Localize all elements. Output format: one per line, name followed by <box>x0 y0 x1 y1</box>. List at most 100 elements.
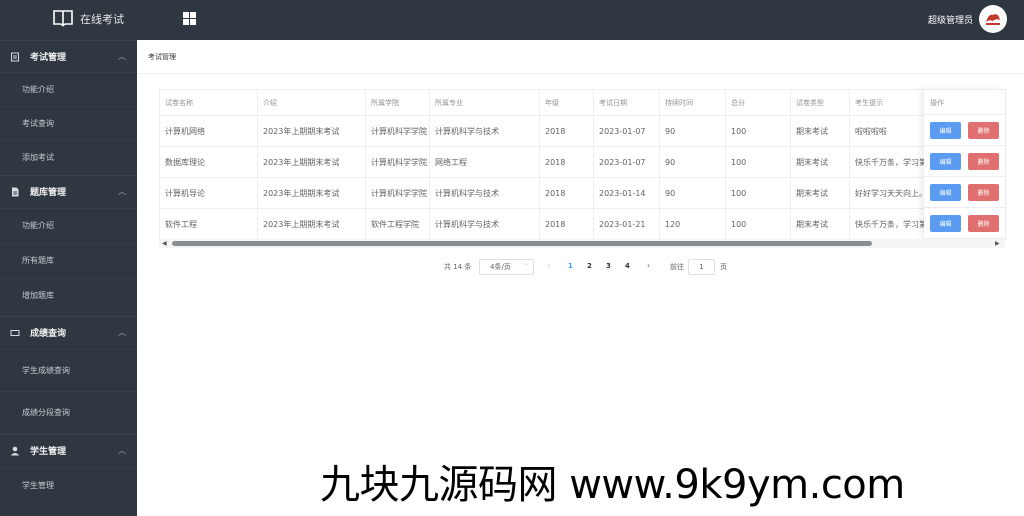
cell: 数据库理论 <box>159 146 258 178</box>
page-number-3[interactable]: 3 <box>606 262 611 270</box>
cell: 2018 <box>539 208 594 240</box>
book-icon <box>52 8 74 30</box>
pagination-total: 共 14 条 <box>444 263 472 271</box>
cell: 期末考试 <box>790 146 850 178</box>
avatar[interactable] <box>979 5 1007 33</box>
chevron-down-icon: ﹀ <box>522 263 529 270</box>
sidebar-item-exam-query[interactable]: 考试查询 <box>0 106 137 140</box>
app-title: 在线考试 <box>80 13 124 26</box>
delete-button[interactable]: 删除 <box>968 122 999 139</box>
goto-label: 前往 <box>670 263 684 271</box>
breadcrumb-current: 考试管理 <box>148 53 176 61</box>
sidebar-group-title: 考试管理 <box>30 53 67 63</box>
edit-button[interactable]: 编辑 <box>930 215 961 232</box>
sidebar-item-score-student[interactable]: 学生成绩查询 <box>0 349 137 391</box>
cell: 100 <box>725 115 791 147</box>
cell: 计算机网络 <box>159 115 258 147</box>
pagination: 共 14 条 4条/页 ﹀ ‹ 1 2 3 4 › 前往 1 页 <box>444 259 744 275</box>
delete-button[interactable]: 删除 <box>968 184 999 201</box>
column-header[interactable]: 考试日期 <box>593 89 660 116</box>
scroll-right-icon[interactable]: ▶ <box>995 240 1000 247</box>
grid-icon[interactable] <box>183 12 196 25</box>
column-header[interactable]: 年级 <box>539 89 594 116</box>
sidebar-item-score-range[interactable]: 成绩分段查询 <box>0 391 137 433</box>
scrollbar-thumb[interactable] <box>172 241 872 246</box>
cell: 2023-01-07 <box>593 146 660 178</box>
column-header[interactable]: 介绍 <box>257 89 366 116</box>
table-row: 数据库理论 2023年上期期末考试 计算机科学学院 网络工程 2018 2023-01-0… <box>159 146 1006 178</box>
sidebar-group-student[interactable]: 学生管理 ︿ <box>0 434 137 466</box>
cell: 2018 <box>539 177 594 209</box>
chevron-up-icon: ︿ <box>118 52 126 61</box>
chevron-up-icon: ︿ <box>118 187 126 196</box>
table-header-row: 试卷名称 介绍 所属学院 所属专业 年级 考试日期 持续时间 总分 试卷类型 考… <box>159 89 1006 116</box>
edit-button[interactable]: 编辑 <box>930 184 961 201</box>
table-row: 计算机导论 2023年上期期末考试 计算机科学学院 计算机科学与技术 2018 2023-… <box>159 177 1006 209</box>
cell: 期末考试 <box>790 208 850 240</box>
operation-column: 操作 编辑 删除 编辑 删除 编辑 删除 编辑 删除 <box>924 89 1005 239</box>
table-row: 计算机网络 2023年上期期末考试 计算机科学学院 计算机科学与技术 2018 2023-… <box>159 115 1006 147</box>
column-header[interactable]: 持续时间 <box>659 89 726 116</box>
sidebar-item-student-manage[interactable]: 学生管理 <box>0 468 137 502</box>
cell: 2018 <box>539 115 594 147</box>
sidebar-group-title: 学生管理 <box>30 447 67 457</box>
edit-button[interactable]: 编辑 <box>930 153 961 170</box>
column-header[interactable]: 试卷类型 <box>790 89 850 116</box>
sidebar-group-bank[interactable]: 题库管理 ︿ <box>0 175 137 207</box>
cell: 计算机科学学院 <box>365 177 430 209</box>
operation-row: 编辑 删除 <box>924 115 1005 146</box>
cell: 软件工程 <box>159 208 258 240</box>
cell: 2023-01-21 <box>593 208 660 240</box>
prev-page-icon[interactable]: ‹ <box>547 261 550 270</box>
cell: 100 <box>725 208 791 240</box>
goto-page-input[interactable]: 1 <box>688 259 715 275</box>
cell: 100 <box>725 177 791 209</box>
chevron-up-icon: ︿ <box>118 446 126 455</box>
cell: 期末考试 <box>790 177 850 209</box>
cell: 2023年上期期末考试 <box>257 177 366 209</box>
sidebar: 考试管理 ︿ 功能介绍 考试查询 添加考试 题库管理 ︿ 功能介绍 所有题库 增… <box>0 40 137 516</box>
next-page-icon[interactable]: › <box>647 261 650 270</box>
column-header[interactable]: 总分 <box>725 89 791 116</box>
cell: 90 <box>659 146 726 178</box>
page-unit-label: 页 <box>720 263 727 271</box>
sidebar-group-score[interactable]: 成绩查询 ︿ <box>0 316 137 348</box>
page-number-2[interactable]: 2 <box>587 262 592 270</box>
column-header[interactable]: 所属学院 <box>365 89 430 116</box>
exam-table: 试卷名称 介绍 所属学院 所属专业 年级 考试日期 持续时间 总分 试卷类型 考… <box>159 89 1006 249</box>
document-icon <box>10 52 20 62</box>
cell: 计算机科学与技术 <box>429 115 540 147</box>
cell: 2018 <box>539 146 594 178</box>
page-number-1[interactable]: 1 <box>568 262 573 270</box>
cell: 90 <box>659 115 726 147</box>
sidebar-item-bank-intro[interactable]: 功能介绍 <box>0 208 137 242</box>
page-size-select[interactable]: 4条/页 ﹀ <box>479 259 534 275</box>
cell: 计算机导论 <box>159 177 258 209</box>
operation-row: 编辑 删除 <box>924 177 1005 208</box>
operation-row: 编辑 删除 <box>924 146 1005 177</box>
user-icon <box>10 446 20 456</box>
file-icon <box>10 187 20 197</box>
cell: 计算机科学与技术 <box>429 208 540 240</box>
top-header: 在线考试 超级管理员 <box>0 0 1024 40</box>
cell: 期末考试 <box>790 115 850 147</box>
cell: 120 <box>659 208 726 240</box>
sidebar-item-bank-all[interactable]: 所有题库 <box>0 243 137 277</box>
sidebar-item-exam-add[interactable]: 添加考试 <box>0 140 137 174</box>
delete-button[interactable]: 删除 <box>968 215 999 232</box>
cell: 2023-01-14 <box>593 177 660 209</box>
user-name[interactable]: 超级管理员 <box>928 13 973 26</box>
column-header[interactable]: 所属专业 <box>429 89 540 116</box>
page-number-4[interactable]: 4 <box>625 262 630 270</box>
sidebar-group-title: 成绩查询 <box>30 329 67 339</box>
cell: 90 <box>659 177 726 209</box>
edit-button[interactable]: 编辑 <box>930 122 961 139</box>
scroll-left-icon[interactable]: ◀ <box>162 240 167 247</box>
sidebar-group-exam[interactable]: 考试管理 ︿ <box>0 40 137 72</box>
column-header[interactable]: 试卷名称 <box>159 89 258 116</box>
horizontal-scrollbar[interactable]: ◀ ▶ <box>159 239 1005 248</box>
sidebar-item-exam-intro[interactable]: 功能介绍 <box>0 72 137 106</box>
delete-button[interactable]: 删除 <box>968 153 999 170</box>
sidebar-item-bank-add[interactable]: 增加题库 <box>0 278 137 312</box>
brand[interactable]: 在线考试 <box>52 8 124 30</box>
